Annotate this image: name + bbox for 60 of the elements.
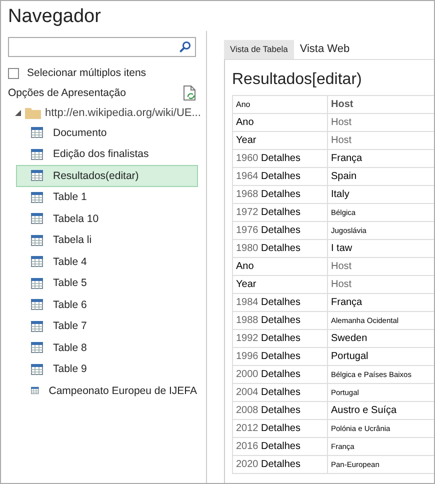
tree-item[interactable]: Edição dos finalistas — [16, 144, 198, 165]
table-cell: Ano — [232, 114, 328, 132]
table-cell: 1980 Detalhes — [232, 240, 328, 258]
tree-root-item[interactable]: http://en.wikipedia.org/wiki/UE... — [45, 107, 201, 119]
tree-item[interactable]: Tabela 10 — [16, 208, 198, 230]
table-icon — [31, 278, 43, 289]
table-cell: 1976 Detalhes — [232, 222, 328, 240]
column-header: Host — [328, 96, 434, 114]
folder-icon — [25, 107, 41, 119]
tree-item[interactable]: Resultados(editar) — [16, 165, 198, 186]
table-cell: 1984 Detalhes — [232, 294, 328, 312]
table-cell: Ano — [232, 258, 328, 276]
checkbox-label: Selecionar múltiplos itens — [27, 67, 146, 79]
table-cell: 1964 Detalhes — [232, 168, 328, 186]
tree-item[interactable]: Table 7 — [16, 316, 198, 337]
display-options-label: Opções de Apresentação — [8, 87, 126, 99]
tree-item[interactable]: Table 4 — [16, 251, 198, 272]
table-cell: 2008 Detalhes — [232, 402, 328, 420]
tree-item[interactable]: Table 5 — [16, 272, 198, 294]
table-icon — [31, 234, 43, 246]
search-field[interactable] — [8, 37, 196, 57]
table-cell: 1960 Detalhes — [232, 150, 328, 168]
table-cell: 2016 Detalhes — [232, 438, 328, 456]
search-icon — [179, 41, 191, 53]
table-icon — [31, 170, 43, 182]
window-title: Navegador — [7, 5, 102, 29]
table-cell: 1996 Detalhes — [232, 348, 328, 366]
table-icon — [31, 320, 43, 332]
tree-item[interactable]: Table 1 — [16, 186, 198, 208]
table-icon — [31, 385, 39, 396]
table-cell: 1988 Detalhes — [232, 312, 328, 330]
table-icon — [31, 364, 43, 375]
tree-item[interactable]: Documento — [16, 122, 198, 144]
expand-arrow-icon[interactable] — [15, 110, 21, 116]
table-icon — [31, 213, 43, 224]
table-cell: 2000 Detalhes — [232, 366, 328, 384]
tab[interactable]: Vista de Tabela — [224, 40, 294, 59]
column-header: Ano — [232, 96, 328, 114]
table-cell: 1992 Detalhes — [232, 330, 328, 348]
table-icon — [31, 299, 43, 310]
table-icon — [31, 256, 43, 268]
table-cell: 2012 Detalhes — [232, 420, 328, 438]
table-icon — [31, 148, 43, 160]
table-cell: Year — [232, 276, 328, 294]
refresh-document-icon[interactable] — [183, 85, 196, 101]
table-cell: 1968 Detalhes — [232, 186, 328, 204]
preview-title: Resultados[editar) — [232, 71, 363, 89]
tree-item[interactable]: Campeonato Europeu de IJEFA — [16, 380, 198, 402]
tree-item[interactable]: Tabela li — [16, 230, 198, 251]
tree-item[interactable]: Table 6 — [16, 294, 198, 316]
table-cell: 2020 Detalhes — [232, 456, 328, 474]
table-icon — [31, 342, 43, 354]
table-cell: 1972 Detalhes — [232, 204, 328, 222]
checkbox[interactable] — [8, 68, 19, 78]
tree-item[interactable]: Table 9 — [16, 358, 198, 380]
tree-item[interactable]: Table 8 — [16, 337, 198, 358]
table-icon — [31, 127, 43, 138]
table-cell: 2004 Detalhes — [232, 384, 328, 402]
table-cell: Year — [232, 132, 328, 150]
table-icon — [31, 192, 43, 203]
